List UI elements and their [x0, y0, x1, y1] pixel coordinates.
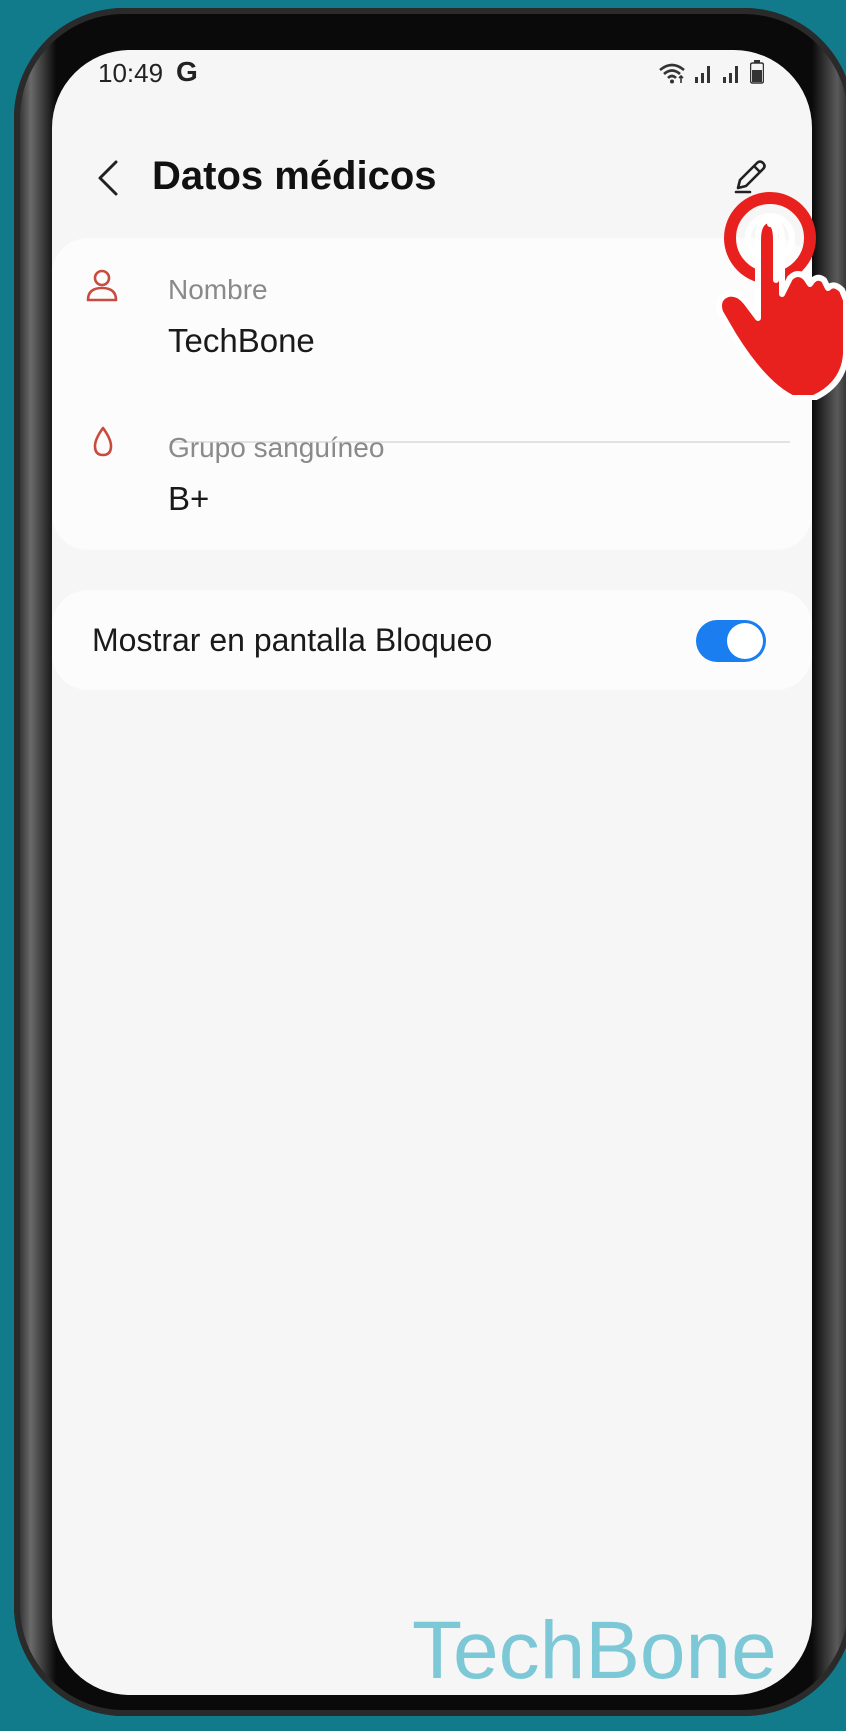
battery-icon	[750, 60, 764, 84]
blood-type-value: B+	[168, 480, 210, 517]
blood-drop-icon	[93, 426, 113, 457]
name-label: Nombre	[168, 274, 268, 305]
toggle-knob	[727, 623, 763, 659]
lock-screen-card[interactable]: Mostrar en pantalla Bloqueo	[52, 590, 812, 690]
name-value: TechBone	[168, 322, 315, 359]
chevron-left-icon[interactable]	[90, 158, 130, 198]
status-bar: 10:49 G	[52, 50, 812, 110]
signal-icon	[695, 66, 710, 83]
person-icon	[86, 269, 118, 302]
lock-screen-label: Mostrar en pantalla Bloqueo	[92, 622, 493, 658]
status-time: 10:49	[98, 58, 164, 88]
watermark: TechBone	[412, 1605, 777, 1695]
medical-info-card: Nombre TechBone Grupo sanguíneo B+	[52, 238, 812, 550]
wifi-icon	[659, 63, 685, 84]
blood-type-label: Grupo sanguíneo	[168, 432, 385, 463]
status-icons	[658, 60, 764, 84]
signal-icon	[723, 66, 738, 83]
page-title: Datos médicos	[152, 154, 437, 198]
lock-screen-toggle[interactable]	[696, 620, 766, 662]
tap-hand-icon	[716, 192, 846, 400]
phone-screen: 10:49 G Datos médicos Nombre TechBone Gr…	[52, 50, 812, 1695]
google-badge: G	[176, 56, 198, 87]
